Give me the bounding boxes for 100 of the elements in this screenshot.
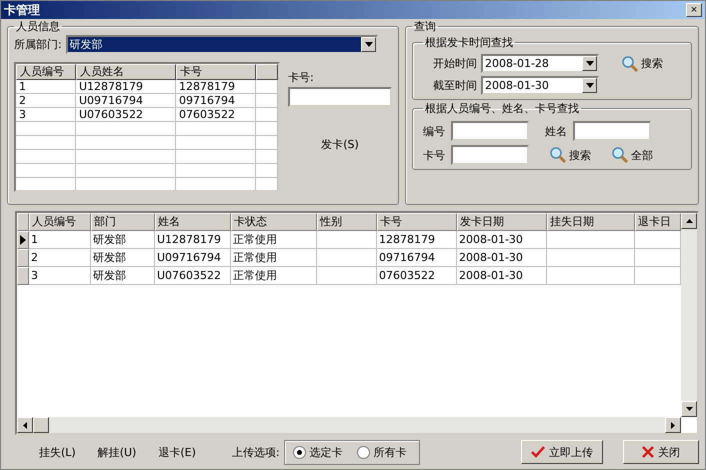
table-cell: 2008-01-30 bbox=[457, 249, 547, 267]
show-all-button[interactable]: 全部 bbox=[611, 146, 653, 164]
column-header[interactable]: 人员姓名 bbox=[76, 64, 176, 80]
table-cell bbox=[317, 249, 377, 267]
table-cell bbox=[256, 80, 278, 94]
group-title: 根据发卡时间查找 bbox=[424, 35, 514, 50]
table-cell: 3 bbox=[16, 108, 76, 122]
search-icon bbox=[621, 54, 639, 72]
table-cell: 2 bbox=[29, 249, 91, 267]
table-cell bbox=[256, 94, 278, 108]
column-header[interactable]: 部门 bbox=[91, 213, 155, 231]
table-cell: U09716794 bbox=[155, 249, 231, 267]
radio-option[interactable]: 选定卡 bbox=[292, 444, 343, 460]
upload-button[interactable]: 立即上传 bbox=[521, 440, 603, 464]
column-header[interactable]: 姓名 bbox=[155, 213, 231, 231]
table-cell bbox=[256, 136, 278, 150]
check-icon bbox=[531, 446, 545, 458]
vertical-scrollbar[interactable] bbox=[681, 213, 697, 417]
group-title: 根据人员编号、姓名、卡号查找 bbox=[424, 101, 580, 116]
scroll-right-icon[interactable] bbox=[665, 417, 681, 433]
table-cell: 2008-01-30 bbox=[457, 231, 547, 249]
table-cell: 3 bbox=[29, 267, 91, 285]
department-dropdown[interactable]: 研发部 bbox=[66, 35, 378, 54]
id-field[interactable] bbox=[451, 121, 529, 141]
column-header[interactable]: 发卡日期 bbox=[457, 213, 547, 231]
column-header[interactable]: 人员编号 bbox=[29, 213, 91, 231]
table-cell bbox=[16, 136, 76, 150]
search-button[interactable]: 搜索 bbox=[549, 146, 591, 164]
field-label: 姓名 bbox=[545, 124, 567, 138]
scroll-thumb[interactable] bbox=[33, 417, 49, 433]
table-cell: 正常使用 bbox=[231, 267, 317, 285]
horizontal-scrollbar[interactable] bbox=[17, 417, 681, 433]
search-button[interactable]: 搜索 bbox=[621, 54, 663, 72]
close-button[interactable]: 关闭 bbox=[623, 440, 699, 464]
table-cell: 研发部 bbox=[91, 267, 155, 285]
column-header[interactable]: 挂失日期 bbox=[547, 213, 635, 231]
scroll-up-icon[interactable] bbox=[681, 213, 697, 229]
table-cell: 1 bbox=[16, 80, 76, 94]
group-title: 人员信息 bbox=[15, 19, 61, 34]
column-header[interactable]: 卡号 bbox=[176, 64, 256, 80]
table-cell bbox=[256, 150, 278, 164]
table-cell bbox=[317, 231, 377, 249]
table-cell: U12878179 bbox=[76, 80, 176, 94]
table-cell: 研发部 bbox=[91, 231, 155, 249]
table-cell: 07603522 bbox=[377, 267, 457, 285]
table-cell bbox=[16, 150, 76, 164]
table-cell: 2008-01-30 bbox=[457, 267, 547, 285]
scroll-left-icon[interactable] bbox=[17, 417, 33, 433]
column-header[interactable]: 退卡日 bbox=[635, 213, 681, 231]
radio-button[interactable] bbox=[356, 446, 370, 458]
card-field[interactable] bbox=[451, 145, 529, 165]
issue-card-button[interactable]: 发卡(S) bbox=[321, 137, 359, 152]
date-dropdown[interactable]: 2008-01-30 bbox=[481, 76, 599, 95]
column-header[interactable]: 卡状态 bbox=[231, 213, 317, 231]
search-icon bbox=[611, 146, 629, 164]
window-title: 卡管理 bbox=[4, 2, 40, 18]
group-title: 查询 bbox=[413, 19, 437, 34]
field-label: 卡号: bbox=[288, 70, 315, 85]
table-cell bbox=[16, 164, 76, 178]
field-label: 开始时间 bbox=[433, 56, 477, 71]
column-header[interactable]: 性别 bbox=[317, 213, 377, 231]
table-cell: 09716794 bbox=[176, 94, 256, 108]
table-cell: U12878179 bbox=[155, 231, 231, 249]
field-label: 卡号 bbox=[423, 148, 445, 162]
cross-icon bbox=[642, 446, 654, 458]
radio-button[interactable] bbox=[292, 446, 306, 458]
table-cell: 12878179 bbox=[377, 231, 457, 249]
table-cell bbox=[256, 108, 278, 122]
field-label: 所属部门: bbox=[14, 37, 62, 52]
row-indicator[interactable] bbox=[17, 231, 29, 249]
name-field[interactable] bbox=[573, 121, 651, 141]
radio-option[interactable]: 所有卡 bbox=[356, 444, 407, 460]
scroll-down-icon[interactable] bbox=[681, 401, 697, 417]
field-label: 截至时间 bbox=[433, 78, 477, 93]
table-cell bbox=[256, 164, 278, 178]
close-button[interactable]: × bbox=[686, 3, 702, 17]
table-cell: 12878179 bbox=[176, 80, 256, 94]
table-cell: 07603522 bbox=[176, 108, 256, 122]
table-cell bbox=[16, 122, 76, 136]
table-cell: U07603522 bbox=[155, 267, 231, 285]
table-cell: 研发部 bbox=[91, 249, 155, 267]
table-cell: U07603522 bbox=[76, 108, 176, 122]
table-cell: 09716794 bbox=[377, 249, 457, 267]
column-header[interactable]: 人员编号 bbox=[16, 64, 76, 80]
field-label: 上传选项: bbox=[232, 444, 280, 460]
card-number-field[interactable] bbox=[288, 87, 392, 107]
table-cell: 1 bbox=[29, 231, 91, 249]
table-cell bbox=[256, 122, 278, 136]
column-header[interactable]: 卡号 bbox=[377, 213, 457, 231]
action-button[interactable]: 退卡(E) bbox=[158, 444, 196, 460]
action-button[interactable]: 解挂(U) bbox=[98, 444, 136, 460]
table-cell: 正常使用 bbox=[231, 249, 317, 267]
date-dropdown[interactable]: 2008-01-28 bbox=[481, 54, 599, 73]
action-button[interactable]: 挂失(L) bbox=[39, 444, 76, 460]
table-cell: U09716794 bbox=[76, 94, 176, 108]
table-cell: 正常使用 bbox=[231, 231, 317, 249]
table-cell bbox=[317, 267, 377, 285]
field-label: 编号 bbox=[423, 124, 445, 138]
table-cell: 2 bbox=[16, 94, 76, 108]
search-icon bbox=[549, 146, 567, 164]
